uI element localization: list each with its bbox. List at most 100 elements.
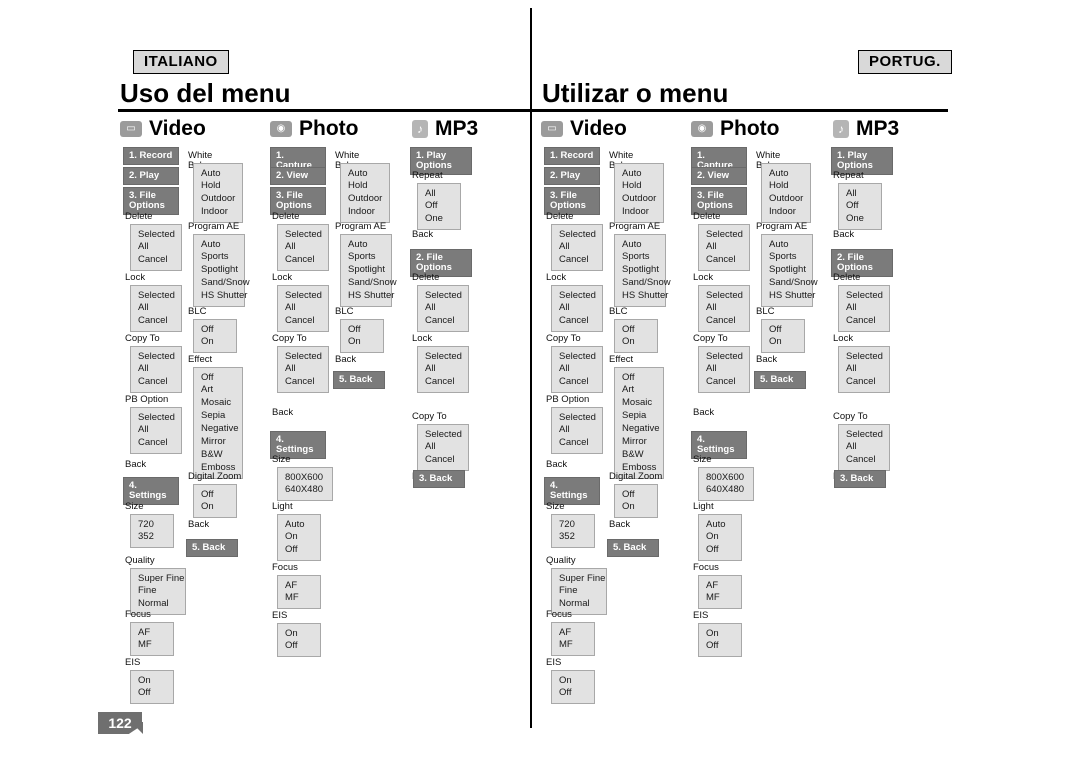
- menu-header-back[interactable]: 5. Back: [186, 539, 238, 557]
- option-group-blc[interactable]: Off On: [340, 319, 384, 353]
- menu-header-back[interactable]: 3. Back: [834, 470, 886, 488]
- option-item[interactable]: All: [703, 363, 745, 376]
- option-item[interactable]: Selected: [843, 428, 885, 441]
- option-item[interactable]: Off: [703, 640, 737, 653]
- option-item[interactable]: Cancel: [422, 315, 464, 328]
- option-item[interactable]: Cancel: [703, 315, 745, 328]
- option-group-size[interactable]: 800X600 640X480: [277, 467, 333, 501]
- option-group-delete[interactable]: Selected All Cancel: [130, 224, 182, 271]
- option-group-pb-option[interactable]: Selected All Cancel: [551, 407, 603, 454]
- option-item[interactable]: Sepia: [198, 410, 238, 423]
- option-group-copy-to[interactable]: Selected All Cancel: [277, 346, 329, 393]
- option-item[interactable]: Off: [766, 323, 800, 336]
- option-item[interactable]: Art: [198, 384, 238, 397]
- option-item[interactable]: Auto: [766, 167, 806, 180]
- option-item[interactable]: HS Shutter: [345, 290, 394, 303]
- option-item[interactable]: Outdoor: [345, 193, 385, 206]
- option-item[interactable]: Off: [619, 371, 659, 384]
- option-group-lock[interactable]: Selected All Cancel: [551, 285, 603, 332]
- option-item[interactable]: Off: [135, 687, 169, 700]
- option-group-focus[interactable]: AF MF: [698, 575, 742, 609]
- option-item[interactable]: One: [422, 213, 456, 226]
- option-item[interactable]: Off: [198, 371, 238, 384]
- option-item[interactable]: All: [703, 302, 745, 315]
- option-group-copy-to[interactable]: Selected All Cancel: [551, 346, 603, 393]
- option-group-white-balance[interactable]: Auto Hold Outdoor Indoor: [761, 163, 811, 223]
- option-item[interactable]: Selected: [422, 428, 464, 441]
- option-item[interactable]: All: [843, 363, 885, 376]
- option-item[interactable]: On: [619, 336, 653, 349]
- option-item[interactable]: Super Fine: [556, 572, 605, 585]
- option-item[interactable]: Mosaic: [198, 397, 238, 410]
- option-item[interactable]: Art: [619, 384, 659, 397]
- option-group-delete[interactable]: Selected All Cancel: [698, 224, 750, 271]
- option-item[interactable]: MF: [556, 639, 590, 652]
- option-item[interactable]: MF: [703, 592, 737, 605]
- menu-header-back[interactable]: 3. Back: [413, 470, 465, 488]
- option-group-repeat[interactable]: All Off One: [417, 183, 461, 230]
- option-item[interactable]: 800X600: [282, 471, 328, 484]
- menu-header-back[interactable]: 5. Back: [754, 371, 806, 389]
- option-item[interactable]: Cancel: [135, 315, 177, 328]
- option-item[interactable]: Sepia: [619, 410, 659, 423]
- option-item[interactable]: All: [556, 241, 598, 254]
- option-item[interactable]: B&W: [619, 449, 659, 462]
- option-group-white-balance[interactable]: Auto Hold Outdoor Indoor: [193, 163, 243, 223]
- option-item[interactable]: Negative: [198, 423, 239, 436]
- option-item[interactable]: Indoor: [345, 206, 385, 219]
- option-item[interactable]: Off: [619, 323, 653, 336]
- option-item[interactable]: Outdoor: [619, 193, 659, 206]
- option-group-lock[interactable]: Selected All Cancel: [838, 346, 890, 393]
- option-item[interactable]: Auto: [345, 238, 387, 251]
- option-item[interactable]: Cancel: [135, 437, 177, 450]
- option-group-focus[interactable]: AF MF: [551, 622, 595, 656]
- option-group-lock[interactable]: Selected All Cancel: [698, 285, 750, 332]
- option-item[interactable]: Selected: [843, 289, 885, 302]
- option-item[interactable]: All: [843, 302, 885, 315]
- option-item[interactable]: Auto: [282, 518, 316, 531]
- option-item[interactable]: Selected: [422, 289, 464, 302]
- option-group-copy-to[interactable]: Selected All Cancel: [417, 424, 469, 471]
- option-item[interactable]: HS Shutter: [198, 290, 247, 303]
- option-item[interactable]: Selected: [556, 350, 598, 363]
- option-item[interactable]: Selected: [135, 411, 177, 424]
- option-item[interactable]: Cancel: [282, 254, 324, 267]
- option-item[interactable]: All: [556, 302, 598, 315]
- option-item[interactable]: Cancel: [843, 454, 885, 467]
- option-item[interactable]: All: [422, 363, 464, 376]
- option-item[interactable]: AF: [703, 579, 737, 592]
- option-item[interactable]: Sports: [766, 251, 808, 264]
- option-group-digital-zoom[interactable]: Off On: [614, 484, 658, 518]
- menu-header-back[interactable]: 5. Back: [333, 371, 385, 389]
- option-group-copy-to[interactable]: Selected All Cancel: [130, 346, 182, 393]
- option-item[interactable]: Selected: [556, 228, 598, 241]
- option-item[interactable]: On: [282, 627, 316, 640]
- option-group-repeat[interactable]: All Off One: [838, 183, 882, 230]
- option-item[interactable]: Mirror: [619, 436, 659, 449]
- option-group-white-balance[interactable]: Auto Hold Outdoor Indoor: [340, 163, 390, 223]
- option-item[interactable]: Indoor: [766, 206, 806, 219]
- option-item[interactable]: All: [556, 363, 598, 376]
- option-item[interactable]: Selected: [135, 228, 177, 241]
- option-item[interactable]: Spotlight: [766, 264, 808, 277]
- option-item[interactable]: Off: [843, 200, 877, 213]
- option-group-delete[interactable]: Selected All Cancel: [838, 285, 890, 332]
- menu-header-play[interactable]: 2. Play: [123, 167, 179, 185]
- option-item[interactable]: On: [198, 501, 232, 514]
- option-item[interactable]: Selected: [703, 289, 745, 302]
- option-item[interactable]: Selected: [282, 350, 324, 363]
- menu-header-record[interactable]: 1. Record: [544, 147, 600, 165]
- option-group-lock[interactable]: Selected All Cancel: [417, 346, 469, 393]
- option-group-copy-to[interactable]: Selected All Cancel: [838, 424, 890, 471]
- option-item[interactable]: Off: [198, 323, 232, 336]
- option-item[interactable]: Sand/Snow: [198, 277, 250, 290]
- option-item[interactable]: On: [619, 501, 653, 514]
- option-group-program-ae[interactable]: Auto Sports Spotlight Sand/Snow HS Shutt…: [614, 234, 671, 307]
- option-item[interactable]: HS Shutter: [766, 290, 815, 303]
- option-item[interactable]: HS Shutter: [619, 290, 668, 303]
- option-item[interactable]: On: [556, 674, 590, 687]
- option-item[interactable]: AF: [282, 579, 316, 592]
- option-item[interactable]: Off: [282, 640, 316, 653]
- option-group-focus[interactable]: AF MF: [277, 575, 321, 609]
- option-group-program-ae[interactable]: Auto Sports Spotlight Sand/Snow HS Shutt…: [193, 234, 250, 307]
